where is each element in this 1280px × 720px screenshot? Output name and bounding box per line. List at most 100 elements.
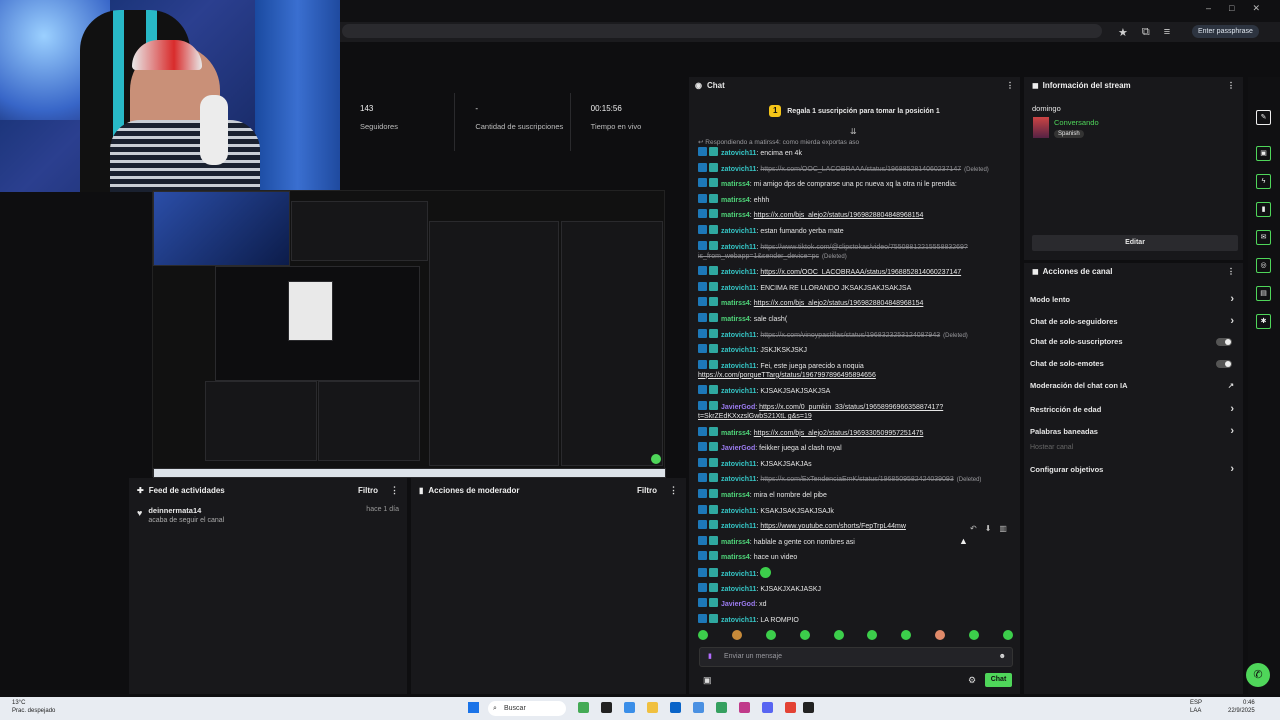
chat-settings-icon[interactable]: ⚙ [968, 675, 976, 686]
chat-message[interactable]: zatovich11: estan fumando yerba mate [698, 225, 1018, 236]
chat-text-continued[interactable]: t=SkrZEdKXxzslGwbS21XtL g&s=19 [698, 413, 812, 420]
emote-icon[interactable] [765, 630, 776, 640]
app-icon[interactable] [716, 702, 727, 713]
support-bubble-icon[interactable]: ✆ [1246, 663, 1270, 687]
toggle-switch[interactable] [1216, 337, 1232, 346]
chat-text[interactable]: https://www.youtube.com/shorts/FepTrpL44… [760, 523, 906, 530]
bookmark-star-icon[interactable]: ★ [1118, 26, 1128, 39]
app-icon[interactable] [739, 702, 750, 713]
chat-username[interactable]: zatovich11 [721, 363, 756, 370]
chat-message[interactable]: zatovich11: https://x.com/vinoypastillas… [698, 328, 1018, 341]
reply-icon[interactable]: ↶ [970, 524, 977, 540]
flash-icon[interactable]: ϟ [1256, 174, 1271, 189]
taskbar-clock[interactable]: 0:46 22/9/2025 [1228, 699, 1255, 715]
actions-more-icon[interactable]: ⋮ [1227, 267, 1235, 276]
chat-username[interactable]: zatovich11 [721, 523, 756, 530]
chat-message[interactable]: matirss4: sale clash( [698, 313, 1018, 324]
layout-icon[interactable]: ▤ [1256, 286, 1271, 301]
emote-icon[interactable] [799, 630, 810, 640]
app-icon[interactable] [785, 702, 796, 713]
mod-more-icon[interactable]: ⋮ [669, 485, 678, 496]
chat-username[interactable]: JavierGod [721, 445, 755, 452]
chat-message[interactable]: zatovich11: LA ROMPIO [698, 613, 1018, 625]
chat-text[interactable]: https://x.com/bjs_alejo2/status/19698288… [754, 212, 924, 219]
chat-username[interactable]: zatovich11 [721, 150, 756, 157]
chat-username[interactable]: matirss4 [721, 300, 750, 307]
chat-text[interactable]: https://x.com/bjs_alejo2/status/19693305… [754, 430, 924, 437]
chat-message[interactable]: matirss4: https://x.com/bjs_alejo2/statu… [698, 209, 1018, 220]
chat-username[interactable]: matirss4 [721, 212, 750, 219]
chat-text[interactable]: https://x.com/0_pumkin_33/status/1965899… [759, 404, 943, 411]
chat-message[interactable]: zatovich11: https://x.com/OOC_LACOBRAAA/… [698, 266, 1018, 277]
weather-widget[interactable]: 13°C Prac. despejado [12, 699, 55, 715]
chat-username[interactable]: zatovich11 [721, 571, 756, 578]
channel-action-item[interactable]: Restricción de edad › [1030, 403, 1240, 415]
chat-username[interactable]: matirss4 [721, 197, 750, 204]
chat-username[interactable]: matirss4 [721, 430, 750, 437]
feed-filter-button[interactable]: Filtro [358, 486, 378, 495]
menu-icon[interactable]: ≡ [1164, 26, 1170, 38]
edit-stream-button[interactable]: Editar [1032, 235, 1238, 251]
chat-username[interactable]: JavierGod [721, 404, 755, 411]
gift-sub-banner[interactable]: 1 Regala 1 suscripción para tomar la pos… [689, 98, 1020, 124]
chat-message[interactable]: zatovich11: encima en 4k [698, 147, 1018, 158]
app-icon[interactable] [762, 702, 773, 713]
chat-message[interactable]: zatovich11: JSKJKSKJSKJ [698, 344, 1018, 355]
chat-text-continued[interactable]: https://x.com/porqueTTarg/status/1967997… [698, 372, 876, 379]
extensions-icon[interactable]: ⧉ [1142, 26, 1150, 39]
chat-message[interactable]: matirss4: ehhh [698, 193, 1018, 205]
chat-username[interactable]: zatovich11 [721, 166, 756, 173]
minimize-button[interactable]: – [1206, 3, 1211, 14]
chat-message[interactable]: matirss4: https://x.com/bjs_alejo2/statu… [698, 426, 1018, 438]
chat-username[interactable]: zatovich11 [721, 285, 756, 292]
mic-icon[interactable]: ▮ [708, 648, 712, 666]
category-thumbnail[interactable] [1033, 117, 1049, 138]
app-icon[interactable] [624, 702, 635, 713]
maximize-button[interactable]: □ [1229, 3, 1234, 14]
chat-message[interactable]: matirss4: mira el nombre del pibe [698, 489, 1018, 500]
emote-icon[interactable] [969, 630, 979, 640]
feed-more-icon[interactable]: ⋮ [390, 485, 399, 496]
chat-message[interactable]: zatovich11: https://www.tiktok.com/@clip… [698, 240, 1018, 262]
send-chat-button[interactable]: Chat [985, 673, 1012, 687]
chat-text[interactable]: https://x.com/OOC_LACOBRAAA/status/19688… [760, 269, 961, 276]
chat-message[interactable]: JavierGod: feikker juega al clash royal [698, 442, 1018, 453]
mod-filter-button[interactable]: Filtro [637, 486, 657, 495]
note-icon[interactable]: ▮ [1256, 202, 1271, 217]
chat-username[interactable]: zatovich11 [721, 461, 756, 468]
wrench-icon[interactable]: ✱ [1256, 314, 1271, 329]
emoji-icon[interactable]: ☻ [999, 648, 1006, 666]
broadcast-icon[interactable]: ◎ [1256, 258, 1271, 273]
app-icon[interactable] [647, 702, 658, 713]
chat-message[interactable]: zatovich11: ENCIMA RE LLORANDO JKSAKJSAK… [698, 281, 1018, 293]
chat-message[interactable]: zatovich11: Fei, este juega parecido a n… [698, 359, 1018, 380]
chat-username[interactable]: matirss4 [721, 316, 750, 323]
chat-username[interactable]: zatovich11 [721, 228, 756, 235]
close-window-button[interactable]: ✕ [1252, 3, 1260, 14]
emote-icon[interactable] [867, 630, 878, 640]
chat-sidebar-icon[interactable]: ✉ [1256, 230, 1271, 245]
chat-username[interactable]: zatovich11 [721, 347, 756, 354]
channel-action-item[interactable]: Modo lento › [1030, 293, 1240, 305]
chat-username[interactable]: zatovich11 [721, 586, 756, 593]
pin-icon[interactable]: ⇊ [850, 127, 857, 136]
channel-action-item[interactable]: Chat de solo-seguidores › [1030, 315, 1240, 327]
chat-message[interactable]: zatovich11: KSAKJSAKJSAKJSAJk [698, 504, 1018, 516]
passphrase-button[interactable]: Enter passphrase [1192, 25, 1259, 38]
chat-text[interactable]: https://x.com/bjs_alejo2/status/19698288… [754, 300, 924, 307]
app-icon[interactable] [670, 702, 681, 713]
chat-message[interactable]: zatovich11: https://x.com/OOC_LACOBRAAA/… [698, 162, 1018, 175]
emote-icon[interactable] [1002, 630, 1013, 640]
edit-tool-icon[interactable]: ✎ [1256, 110, 1271, 125]
info-more-icon[interactable]: ⋮ [1227, 81, 1235, 90]
chat-username[interactable]: JavierGod [721, 601, 755, 608]
app-icon[interactable] [601, 702, 612, 713]
chat-username[interactable]: zatovich11 [721, 508, 756, 515]
address-bar[interactable] [342, 24, 1102, 38]
pin-message-icon[interactable]: ⬇ [985, 524, 992, 540]
chat-message[interactable]: zatovich11: KJSAKJSAKJAs [698, 457, 1018, 469]
feed-user[interactable]: deinnermata14 [148, 506, 224, 515]
chat-input[interactable]: ▮ Enviar un mensaje ☻ [699, 647, 1013, 667]
chat-username[interactable]: zatovich11 [721, 617, 756, 624]
channel-action-item[interactable]: Moderación del chat con IA ↗ [1030, 381, 1240, 390]
